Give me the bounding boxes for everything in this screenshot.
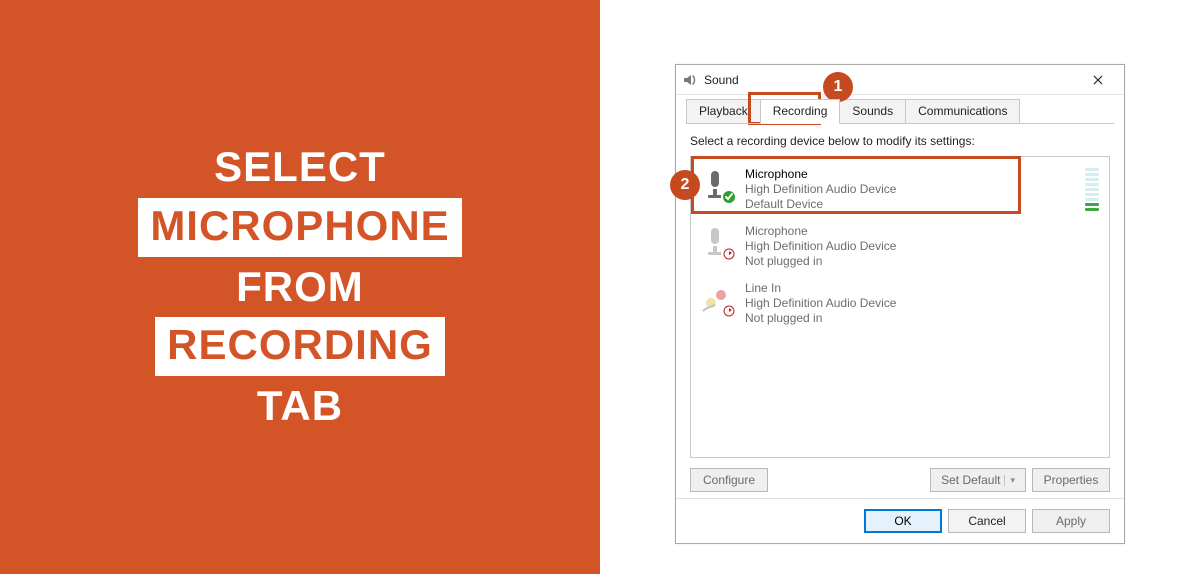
tab-sounds[interactable]: Sounds bbox=[839, 99, 906, 124]
apply-button[interactable]: Apply bbox=[1032, 509, 1110, 533]
configure-button[interactable]: Configure bbox=[690, 468, 768, 492]
device-sub1: High Definition Audio Device bbox=[745, 239, 1101, 254]
set-default-button[interactable]: Set Default ▾ bbox=[930, 468, 1026, 492]
headline-line-5: TAB bbox=[138, 378, 461, 435]
device-sub2: Not plugged in bbox=[745, 254, 1101, 269]
info-panel-inner: SELECT MICROPHONE FROM RECORDING TAB bbox=[25, 25, 575, 549]
device-sub1: High Definition Audio Device bbox=[745, 182, 1075, 197]
sound-icon bbox=[682, 72, 698, 88]
device-row-microphone-default[interactable]: Microphone High Definition Audio Device … bbox=[691, 161, 1109, 218]
microphone-icon bbox=[699, 167, 735, 203]
headline-line-2: MICROPHONE bbox=[138, 198, 461, 257]
device-row-line-in[interactable]: Line In High Definition Audio Device Not… bbox=[691, 275, 1109, 332]
device-row-microphone-unplugged[interactable]: Microphone High Definition Audio Device … bbox=[691, 218, 1109, 275]
tabs: Playback Recording Sounds Communications bbox=[676, 95, 1124, 124]
dialog-footer: OK Cancel Apply bbox=[676, 498, 1124, 543]
properties-button[interactable]: Properties bbox=[1032, 468, 1110, 492]
ok-button[interactable]: OK bbox=[864, 509, 942, 533]
dialog-body: Select a recording device below to modif… bbox=[676, 124, 1124, 498]
microphone-icon bbox=[699, 224, 735, 260]
unplugged-badge-icon bbox=[721, 246, 737, 262]
headline-line-1: SELECT bbox=[138, 139, 461, 196]
headline: SELECT MICROPHONE FROM RECORDING TAB bbox=[138, 139, 461, 434]
close-icon bbox=[1093, 75, 1103, 85]
device-name: Microphone bbox=[745, 167, 1075, 182]
default-badge-icon bbox=[721, 189, 737, 205]
close-button[interactable] bbox=[1078, 68, 1118, 92]
headline-line-4: RECORDING bbox=[155, 317, 445, 376]
headline-line-3: FROM bbox=[138, 259, 461, 316]
screenshot-panel: Sound Playback Recording Sounds Communic… bbox=[600, 0, 1200, 574]
line-in-icon bbox=[699, 281, 735, 317]
tab-underline bbox=[686, 123, 1114, 124]
device-sub2: Default Device bbox=[745, 197, 1075, 212]
device-sub2: Not plugged in bbox=[745, 311, 1101, 326]
device-list: Microphone High Definition Audio Device … bbox=[690, 156, 1110, 458]
level-meter bbox=[1085, 167, 1099, 211]
set-default-label: Set Default bbox=[941, 473, 1000, 487]
dialog-title: Sound bbox=[704, 73, 1078, 87]
device-text: Microphone High Definition Audio Device … bbox=[745, 224, 1101, 269]
device-text: Line In High Definition Audio Device Not… bbox=[745, 281, 1101, 326]
device-name: Line In bbox=[745, 281, 1101, 296]
cancel-button[interactable]: Cancel bbox=[948, 509, 1026, 533]
chevron-down-icon: ▾ bbox=[1004, 475, 1015, 486]
tab-communications[interactable]: Communications bbox=[905, 99, 1020, 124]
device-sub1: High Definition Audio Device bbox=[745, 296, 1101, 311]
device-buttons: Configure Set Default ▾ Properties bbox=[690, 468, 1110, 492]
titlebar: Sound bbox=[676, 65, 1124, 95]
sound-dialog: Sound Playback Recording Sounds Communic… bbox=[675, 64, 1125, 544]
tab-recording[interactable]: Recording bbox=[760, 99, 841, 124]
hint-text: Select a recording device below to modif… bbox=[690, 134, 1110, 148]
device-name: Microphone bbox=[745, 224, 1101, 239]
unplugged-badge-icon bbox=[721, 303, 737, 319]
info-panel: SELECT MICROPHONE FROM RECORDING TAB bbox=[0, 0, 600, 574]
tab-playback[interactable]: Playback bbox=[686, 99, 761, 124]
device-text: Microphone High Definition Audio Device … bbox=[745, 167, 1075, 212]
